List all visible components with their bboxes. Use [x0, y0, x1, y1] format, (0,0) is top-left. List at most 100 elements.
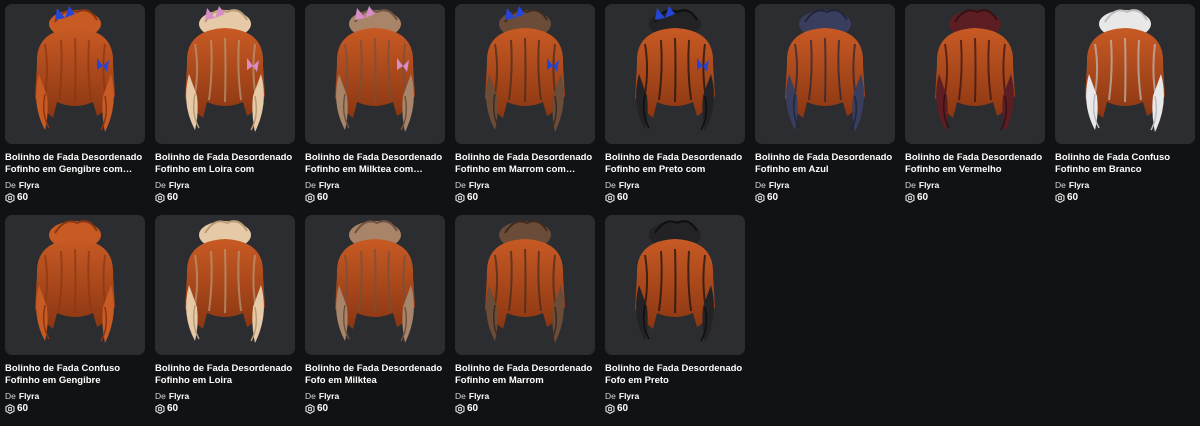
hair-preview-image [635, 6, 715, 132]
creator-name-link[interactable]: Flyra [19, 180, 39, 190]
price-value: 60 [917, 192, 929, 203]
item-name[interactable]: Bolinho de Fada Desordenado Fofinho em M… [305, 152, 445, 176]
creator-prefix: De [5, 391, 16, 401]
price-value: 60 [617, 403, 629, 414]
item-price: 60 [605, 192, 745, 203]
creator-name-link[interactable]: Flyra [19, 391, 39, 401]
hair-preview-image [485, 220, 565, 343]
robux-icon [455, 403, 465, 414]
item-price: 60 [905, 192, 1045, 203]
item-thumbnail[interactable] [305, 4, 445, 144]
creator-name-link[interactable]: Flyra [169, 180, 189, 190]
catalog-item-card[interactable]: Bolinho de Fada Desordenado Fofinho em P… [605, 4, 745, 215]
creator-prefix: De [455, 391, 466, 401]
item-creator: De Flyra [155, 391, 295, 401]
item-name[interactable]: Bolinho de Fada Desordenado Fofinho em A… [755, 152, 895, 176]
hair-preview-image [935, 9, 1015, 132]
catalog-item-card[interactable]: Bolinho de Fada Confuso Fofinho em Gengi… [5, 215, 145, 426]
item-price: 60 [455, 192, 595, 203]
hair-preview-image [35, 220, 115, 343]
price-value: 60 [17, 403, 29, 414]
item-price: 60 [305, 403, 445, 414]
creator-name-link[interactable]: Flyra [169, 391, 189, 401]
item-name[interactable]: Bolinho de Fada Desordenado Fofinho em M… [455, 152, 595, 176]
item-price: 60 [5, 192, 145, 203]
price-value: 60 [167, 403, 179, 414]
item-creator: De Flyra [455, 391, 595, 401]
catalog-item-card[interactable]: Bolinho de Fada Desordenado Fofo em Milk… [305, 215, 445, 426]
catalog-item-card[interactable]: Bolinho de Fada Desordenado Fofinho em M… [455, 215, 595, 426]
item-name[interactable]: Bolinho de Fada Desordenado Fofo em Pret… [605, 363, 745, 387]
robux-icon [5, 192, 15, 203]
item-thumbnail[interactable] [605, 4, 745, 144]
creator-prefix: De [305, 391, 316, 401]
item-name[interactable]: Bolinho de Fada Confuso Fofinho em Gengi… [5, 363, 145, 387]
robux-icon [305, 192, 315, 203]
item-name[interactable]: Bolinho de Fada Desordenado Fofinho em G… [5, 152, 145, 176]
catalog-item-card[interactable]: Bolinho de Fada Desordenado Fofinho em L… [155, 4, 295, 215]
item-price: 60 [1055, 192, 1195, 203]
creator-name-link[interactable]: Flyra [469, 391, 489, 401]
hair-preview-image [785, 9, 865, 132]
robux-icon [905, 192, 915, 203]
creator-name-link[interactable]: Flyra [1069, 180, 1089, 190]
catalog-item-card[interactable]: Bolinho de Fada Confuso Fofinho em Branc… [1055, 4, 1195, 215]
creator-prefix: De [305, 180, 316, 190]
item-thumbnail[interactable] [755, 4, 895, 144]
catalog-item-card[interactable]: Bolinho de Fada Desordenado Fofinho em V… [905, 4, 1045, 215]
catalog-item-card[interactable]: Bolinho de Fada Desordenado Fofinho em L… [155, 215, 295, 426]
price-value: 60 [467, 192, 479, 203]
hair-preview-image [635, 220, 715, 343]
price-value: 60 [167, 192, 179, 203]
catalog-item-card[interactable]: Bolinho de Fada Desordenado Fofinho em A… [755, 4, 895, 215]
item-creator: De Flyra [155, 180, 295, 190]
creator-prefix: De [455, 180, 466, 190]
item-name[interactable]: Bolinho de Fada Desordenado Fofinho em M… [455, 363, 595, 387]
item-name[interactable]: Bolinho de Fada Desordenado Fofinho em P… [605, 152, 745, 176]
item-thumbnail[interactable] [1055, 4, 1195, 144]
item-thumbnail[interactable] [455, 215, 595, 355]
item-creator: De Flyra [755, 180, 895, 190]
catalog-item-card[interactable]: Bolinho de Fada Desordenado Fofinho em M… [455, 4, 595, 215]
creator-name-link[interactable]: Flyra [469, 180, 489, 190]
item-creator: De Flyra [605, 180, 745, 190]
item-name[interactable]: Bolinho de Fada Desordenado Fofinho em L… [155, 363, 295, 387]
creator-name-link[interactable]: Flyra [319, 391, 339, 401]
price-value: 60 [1067, 192, 1079, 203]
item-thumbnail[interactable] [605, 215, 745, 355]
creator-name-link[interactable]: Flyra [769, 180, 789, 190]
creator-prefix: De [155, 180, 166, 190]
item-creator: De Flyra [305, 391, 445, 401]
hair-preview-image [35, 6, 115, 132]
creator-prefix: De [1055, 180, 1066, 190]
item-price: 60 [305, 192, 445, 203]
robux-icon [1055, 192, 1065, 203]
item-price: 60 [455, 403, 595, 414]
creator-prefix: De [605, 391, 616, 401]
item-creator: De Flyra [5, 391, 145, 401]
item-name[interactable]: Bolinho de Fada Desordenado Fofinho em L… [155, 152, 295, 176]
price-value: 60 [17, 192, 29, 203]
item-thumbnail[interactable] [155, 215, 295, 355]
item-name[interactable]: Bolinho de Fada Confuso Fofinho em Branc… [1055, 152, 1195, 176]
creator-name-link[interactable]: Flyra [619, 180, 639, 190]
item-thumbnail[interactable] [5, 4, 145, 144]
item-thumbnail[interactable] [455, 4, 595, 144]
creator-name-link[interactable]: Flyra [319, 180, 339, 190]
item-thumbnail[interactable] [155, 4, 295, 144]
catalog-item-card[interactable]: Bolinho de Fada Desordenado Fofo em Pret… [605, 215, 745, 426]
catalog-grid: Bolinho de Fada Desordenado Fofinho em G… [0, 0, 1200, 426]
creator-name-link[interactable]: Flyra [919, 180, 939, 190]
creator-name-link[interactable]: Flyra [619, 391, 639, 401]
catalog-item-card[interactable]: Bolinho de Fada Desordenado Fofinho em G… [5, 4, 145, 215]
item-name[interactable]: Bolinho de Fada Desordenado Fofinho em V… [905, 152, 1045, 176]
item-price: 60 [755, 192, 895, 203]
robux-icon [155, 192, 165, 203]
creator-prefix: De [155, 391, 166, 401]
catalog-item-card[interactable]: Bolinho de Fada Desordenado Fofinho em M… [305, 4, 445, 215]
item-name[interactable]: Bolinho de Fada Desordenado Fofo em Milk… [305, 363, 445, 387]
item-thumbnail[interactable] [905, 4, 1045, 144]
hair-preview-image [185, 6, 265, 132]
item-thumbnail[interactable] [305, 215, 445, 355]
item-thumbnail[interactable] [5, 215, 145, 355]
